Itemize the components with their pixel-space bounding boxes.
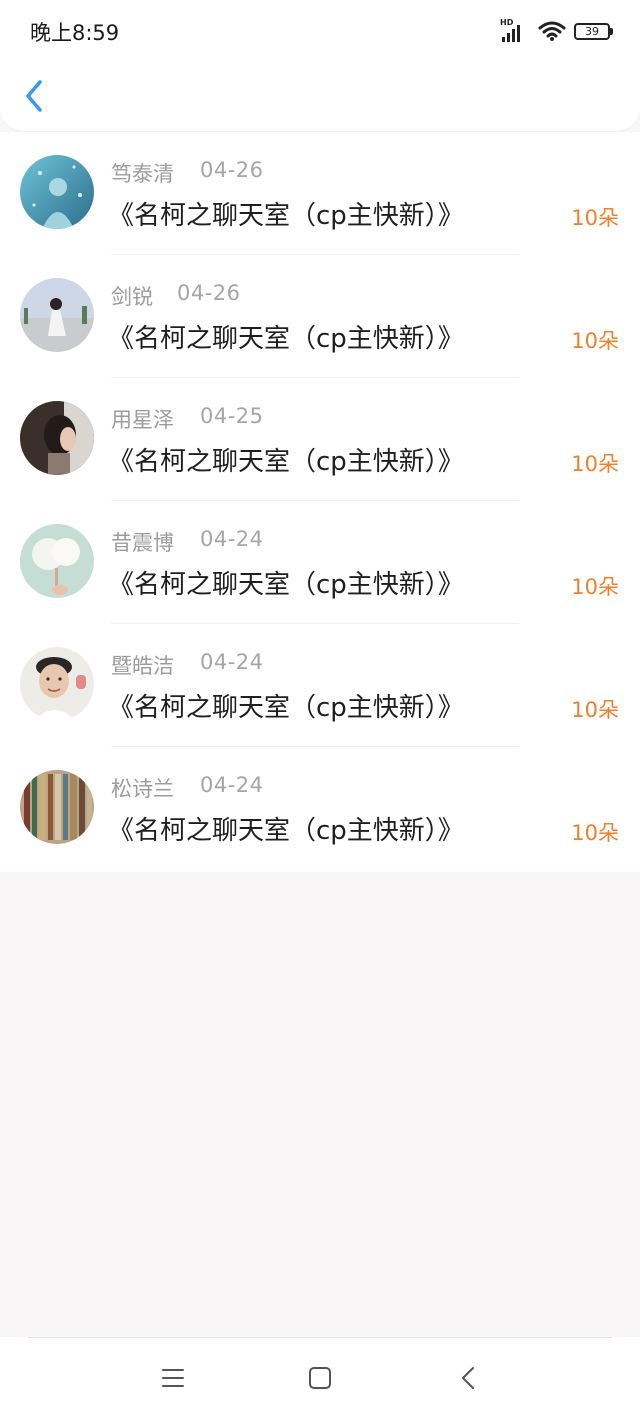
username: 暨皓洁 bbox=[111, 654, 174, 678]
avatar[interactable] bbox=[20, 278, 94, 352]
username: 昔震博 bbox=[111, 531, 174, 555]
list-item[interactable]: 松诗兰 04-24 《名柯之聊天室（cp主快新）》 10朵 bbox=[0, 747, 640, 870]
book-title: 《名柯之聊天室（cp主快新）》 bbox=[108, 324, 464, 354]
username: 松诗兰 bbox=[111, 777, 174, 801]
book-title: 《名柯之聊天室（cp主快新）》 bbox=[108, 201, 464, 231]
book-title: 《名柯之聊天室（cp主快新）》 bbox=[108, 693, 464, 723]
avatar[interactable] bbox=[20, 155, 94, 229]
battery-icon: 39 bbox=[574, 22, 613, 40]
date: 04-24 bbox=[200, 650, 264, 674]
signal-icon: HD bbox=[500, 18, 530, 44]
avatar[interactable] bbox=[20, 770, 94, 844]
chevron-left-icon bbox=[26, 80, 42, 112]
list-item[interactable]: 笃泰清 04-26 《名柯之聊天室（cp主快新）》 10朵 bbox=[0, 132, 640, 255]
reward-amount: 10朵 bbox=[571, 821, 619, 845]
book-title: 《名柯之聊天室（cp主快新）》 bbox=[108, 570, 464, 600]
reward-amount: 10朵 bbox=[571, 575, 619, 599]
date: 04-25 bbox=[200, 404, 264, 428]
book-title: 《名柯之聊天室（cp主快新）》 bbox=[108, 447, 464, 477]
reward-amount: 10朵 bbox=[571, 329, 619, 353]
wifi-icon bbox=[538, 21, 566, 41]
username: 笃泰清 bbox=[111, 162, 174, 186]
list-item[interactable]: 暨皓洁 04-24 《名柯之聊天室（cp主快新）》 10朵 bbox=[0, 624, 640, 747]
book-title: 《名柯之聊天室（cp主快新）》 bbox=[108, 816, 464, 846]
date: 04-24 bbox=[200, 773, 264, 797]
date: 04-26 bbox=[200, 158, 264, 182]
reward-amount: 10朵 bbox=[571, 452, 619, 476]
menu-button[interactable] bbox=[160, 1365, 186, 1395]
status-time: 晚上8:59 bbox=[30, 21, 120, 45]
back-icon bbox=[462, 1367, 474, 1389]
nav-divider bbox=[28, 1337, 612, 1338]
date: 04-26 bbox=[177, 281, 241, 305]
home-button[interactable] bbox=[307, 1365, 333, 1395]
avatar[interactable] bbox=[20, 401, 94, 475]
date: 04-24 bbox=[200, 527, 264, 551]
battery-level: 39 bbox=[585, 24, 599, 38]
menu-icon bbox=[162, 1369, 184, 1387]
avatar[interactable] bbox=[20, 647, 94, 721]
list-item[interactable]: 昔震博 04-24 《名柯之聊天室（cp主快新）》 10朵 bbox=[0, 501, 640, 624]
home-square-icon bbox=[309, 1367, 331, 1389]
app-header: 晚上8:59 HD 39 bbox=[0, 0, 640, 132]
avatar[interactable] bbox=[20, 524, 94, 598]
reward-list: 笃泰清 04-26 《名柯之聊天室（cp主快新）》 10朵 剑锐 04-26 《… bbox=[0, 132, 640, 872]
status-icons: HD 39 bbox=[500, 16, 613, 46]
list-item[interactable]: 用星泽 04-25 《名柯之聊天室（cp主快新）》 10朵 bbox=[0, 378, 640, 501]
system-nav-bar bbox=[0, 1337, 640, 1422]
username: 用星泽 bbox=[111, 408, 174, 432]
back-button[interactable] bbox=[20, 76, 52, 116]
reward-amount: 10朵 bbox=[571, 206, 619, 230]
system-back-button[interactable] bbox=[456, 1365, 482, 1395]
username: 剑锐 bbox=[111, 285, 153, 309]
reward-amount: 10朵 bbox=[571, 698, 619, 722]
list-item[interactable]: 剑锐 04-26 《名柯之聊天室（cp主快新）》 10朵 bbox=[0, 255, 640, 378]
